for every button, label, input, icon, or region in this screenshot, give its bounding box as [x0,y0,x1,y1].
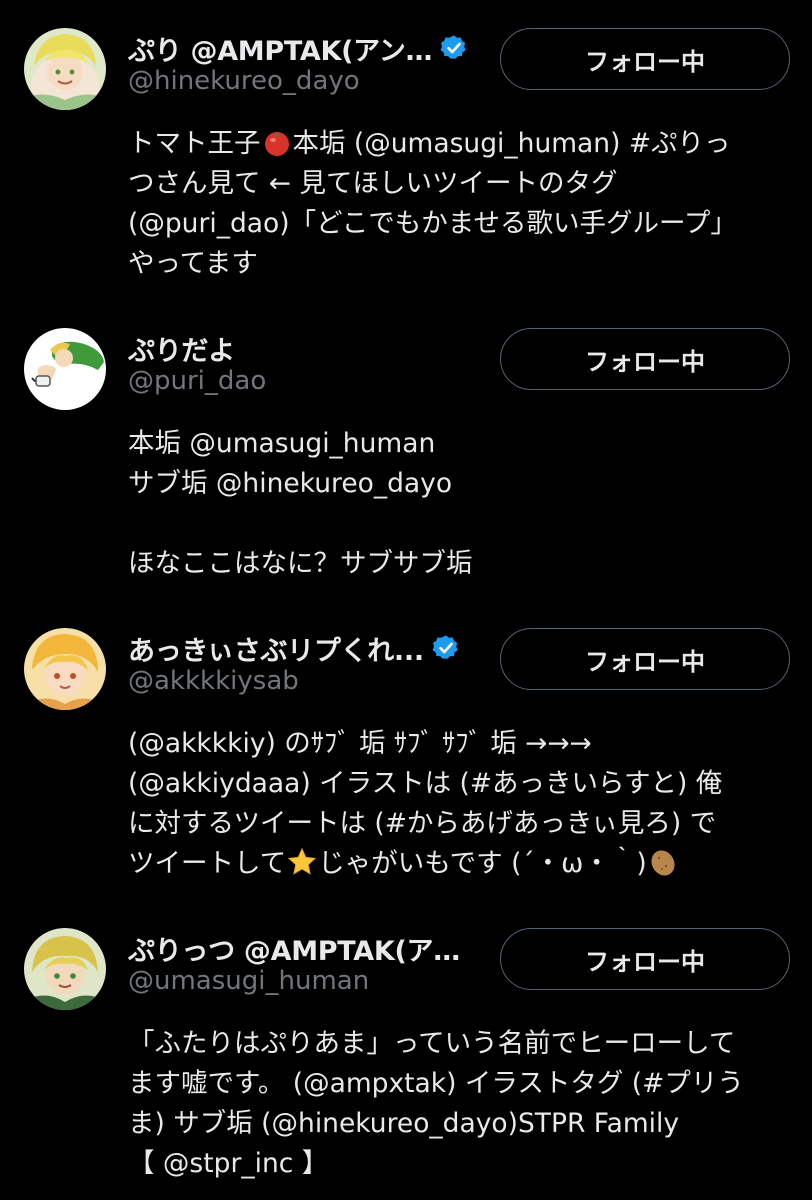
bio: トマト王子 本垢 (@umasugi_human) #ぷりっ つさん見て ← 見て… [128,124,778,284]
following-button[interactable]: フォロー中 [500,28,790,90]
bio-text: じゃがいもです (´・ω・｀) [318,848,647,879]
user-card-akkkkiysab[interactable]: あっきぃさぶリプくれ... @akkkkiysab フォロー中 (@akkkki… [0,628,812,879]
bio-blank-line [128,504,778,544]
verified-badge-icon [432,634,460,662]
user-card-puri-dao[interactable]: ぷりだよ @puri_dao フォロー中 本垢 @umasugi_human サ… [0,328,812,579]
handle[interactable]: @hinekureo_dayo [128,66,360,96]
tomato-emoji-icon [262,127,292,157]
bio-line: ます嘘です。 (@ampxtak) イラストタグ (#プリう [128,1068,744,1099]
bio: (@akkkkiy) のｻﾌﾞ 垢 ｻﾌﾞ ｻﾌﾞ 垢 →→→ (@akkiyd… [128,724,778,884]
bio-line: (@akkiydaaa) イラストは (#あっきいらすと) 俺 [128,768,723,799]
verified-badge-icon [440,34,468,62]
bio-line: やってます [128,248,258,279]
display-name[interactable]: ぷりっつ @AMPTAK(ア… [128,929,460,968]
bio-line: つさん見て ← 見てほしいツイートのタグ [128,168,618,199]
display-name[interactable]: ぷり @AMPTAK(アン… [128,29,432,68]
bio-line: (@akkkkiy) のｻﾌﾞ 垢 ｻﾌﾞ ｻﾌﾞ 垢 →→→ [128,728,592,759]
following-button[interactable]: フォロー中 [500,628,790,690]
bio: 「ふたりはぷりあま」っていう名前でヒーローして ます嘘です。 (@ampxtak… [128,1024,778,1184]
bio-line: 本垢 @umasugi_human [128,428,436,459]
bio-line: ほなここはなに？サブサブ垢 [128,548,473,579]
avatar[interactable] [24,628,106,710]
following-button[interactable]: フォロー中 [500,328,790,390]
potato-emoji-icon [648,847,678,877]
display-name[interactable]: ぷりだよ [128,329,235,368]
bio-text: ツイートして [128,848,287,879]
star-emoji-icon [287,847,317,877]
bio-text: 本垢 (@umasugi_human) #ぷりっ [292,128,731,159]
avatar[interactable] [24,28,106,110]
bio-text: トマト王子 [128,128,261,159]
handle[interactable]: @akkkkiysab [128,666,299,696]
bio-line: 「ふたりはぷりあま」っていう名前でヒーローして [128,1028,736,1059]
bio-line: 【 @stpr_inc 】 [128,1148,329,1179]
bio-line: に対するツイートは (#からあげあっきぃ見ろ) で [128,808,717,839]
handle[interactable]: @umasugi_human [128,966,369,996]
handle[interactable]: @puri_dao [128,366,266,396]
bio-line: サブ垢 @hinekureo_dayo [128,468,453,499]
following-button[interactable]: フォロー中 [500,928,790,990]
bio-line: (@puri_dao)「どこでもかませる歌い手グループ」 [128,208,737,239]
user-card-umasugi-human[interactable]: ぷりっつ @AMPTAK(ア… @umasugi_human フォロー中 「ふた… [0,928,812,1179]
bio-line: ま) サブ垢 (@hinekureo_dayo)STPR Family [128,1108,680,1139]
bio: 本垢 @umasugi_human サブ垢 @hinekureo_dayo ほな… [128,424,778,584]
bio-line: トマト王子 本垢 (@umasugi_human) #ぷりっ [128,124,778,164]
avatar[interactable] [24,928,106,1010]
user-card-hinekureo-dayo[interactable]: ぷり @AMPTAK(アン… @hinekureo_dayo フォロー中 トマト… [0,28,812,279]
bio-line: ツイートして じゃがいもです (´・ω・｀) [128,844,778,884]
avatar[interactable] [24,328,106,410]
display-name[interactable]: あっきぃさぶリプくれ... [128,629,424,668]
